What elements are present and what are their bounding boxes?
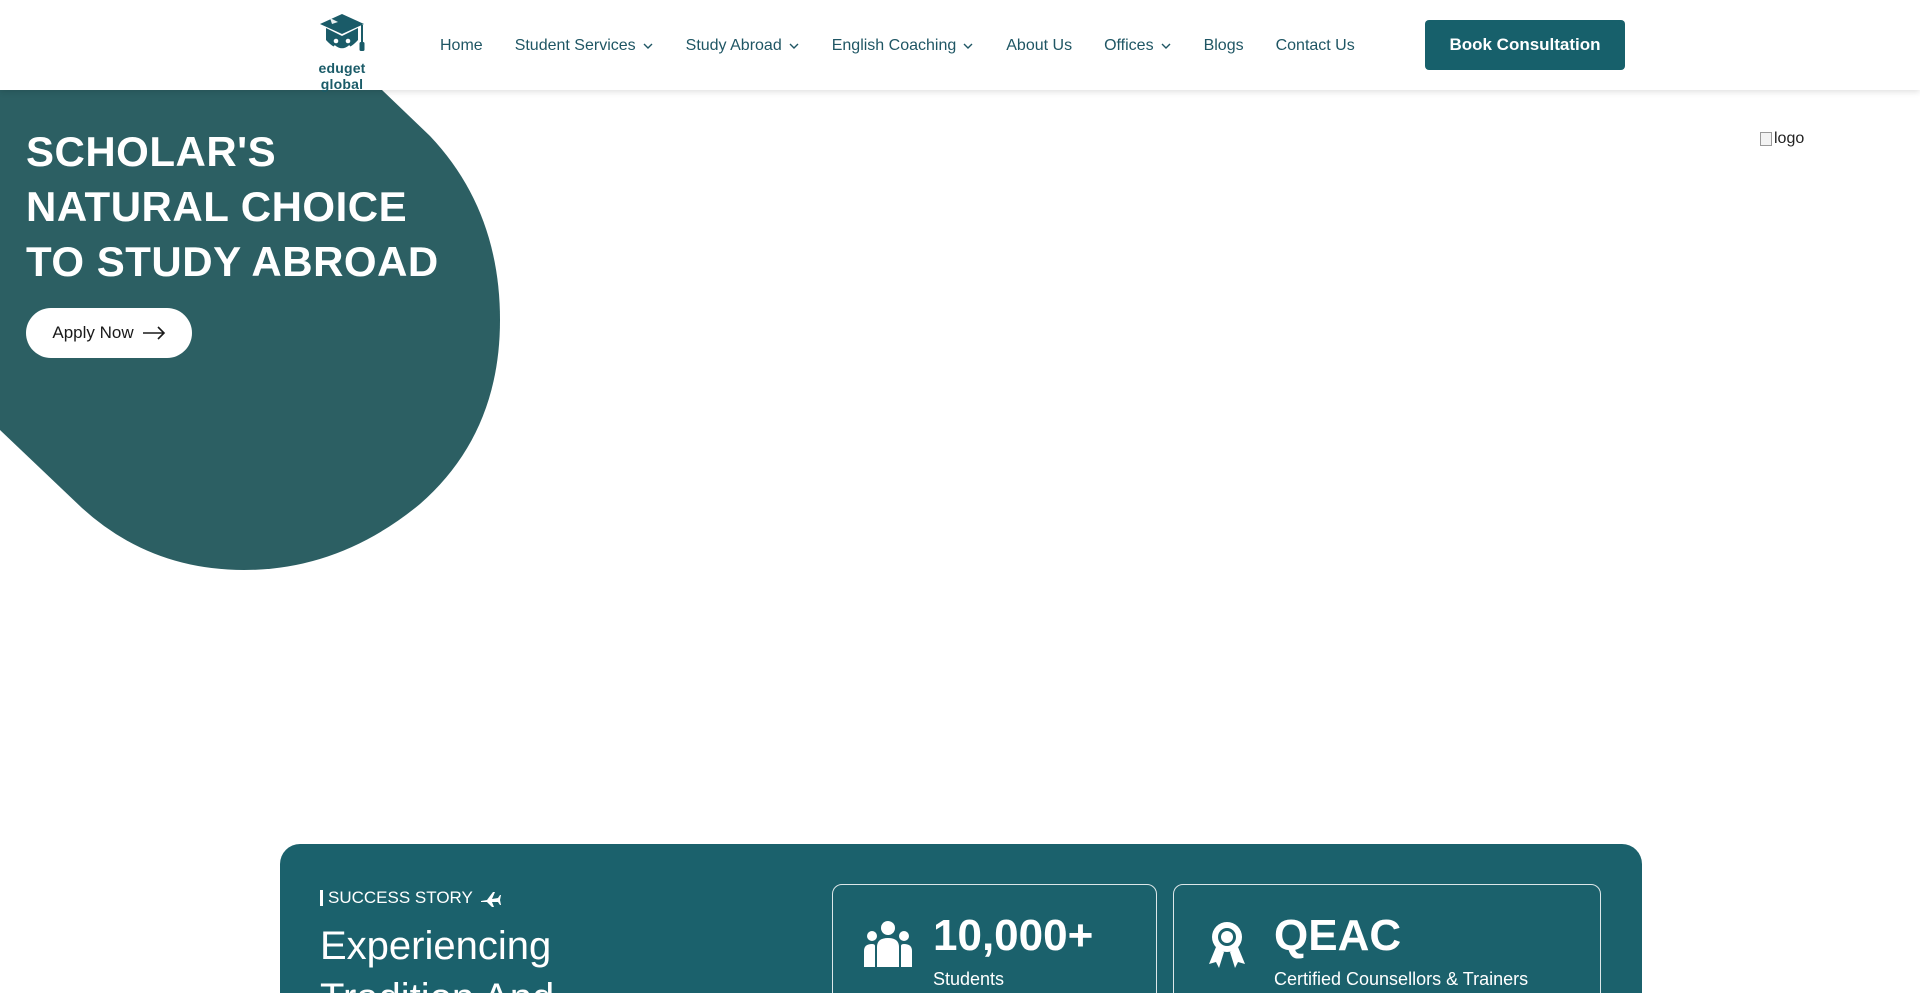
nav-blogs-label: Blogs (1203, 37, 1244, 54)
apply-now-label: Apply Now (52, 323, 134, 342)
main-nav: Home Student Services Study Abroad Engli… (440, 34, 1387, 58)
chevron-down-icon (1161, 43, 1171, 49)
award-icon (1209, 922, 1245, 968)
hero-title: SCHOLAR'S NATURAL CHOICE TO STUDY ABROAD (26, 124, 466, 289)
nav-home[interactable]: Home (440, 37, 483, 55)
site-header: eduget global Home Student Services Stud… (0, 0, 1920, 92)
stat-card-students: 10,000+ Students (832, 884, 1157, 993)
graduation-cap-logo-icon (320, 14, 365, 51)
nav-about-us[interactable]: About Us (1006, 37, 1072, 55)
chevron-down-icon (789, 43, 799, 49)
nav-about-us-label: About Us (1006, 37, 1073, 54)
airplane-icon (480, 892, 501, 907)
success-story-label: SUCCESS STORY (320, 888, 501, 908)
chevron-down-icon (963, 43, 973, 49)
heading-line: Experiencing (320, 924, 552, 968)
students-icon (864, 921, 912, 967)
hero-title-line: TO STUDY ABROAD (26, 238, 439, 285)
stat-caption: Students (933, 969, 1005, 989)
arrow-right-icon (142, 326, 165, 340)
book-consultation-button[interactable]: Book Consultation (1425, 20, 1625, 70)
label-bar (320, 890, 323, 906)
brand-logo[interactable]: eduget global (296, 12, 388, 92)
broken-image-alt: logo (1774, 130, 1805, 147)
nav-student-services-label: Student Services (514, 37, 636, 54)
chevron-down-icon (643, 43, 653, 49)
stat-caption: Certified Counsellors & Trainers (1274, 969, 1529, 989)
success-story-heading: Experiencing Tradition And (320, 920, 740, 993)
nav-offices-label: Offices (1104, 37, 1154, 54)
nav-blogs[interactable]: Blogs (1204, 37, 1244, 55)
apply-now-button[interactable]: Apply Now (26, 308, 192, 358)
success-story-section: SUCCESS STORY Experiencing Tradition And… (280, 844, 1642, 993)
stat-card-certification: QEAC Certified Counsellors & Trainers (1173, 884, 1601, 993)
broken-logo-image: logo (1760, 130, 1804, 148)
hero-title-line: SCHOLAR'S (26, 128, 277, 175)
nav-home-label: Home (440, 37, 483, 54)
nav-study-abroad[interactable]: Study Abroad (686, 37, 800, 55)
nav-english-coaching-label: English Coaching (831, 37, 957, 54)
broken-image-icon (1760, 132, 1772, 146)
nav-contact-us[interactable]: Contact Us (1276, 37, 1355, 55)
nav-study-abroad-label: Study Abroad (685, 37, 782, 54)
heading-line: Tradition And (320, 972, 740, 993)
stat-value: QEAC (1274, 911, 1402, 960)
stat-value: 10,000+ (933, 911, 1094, 960)
nav-contact-us-label: Contact Us (1275, 37, 1355, 54)
nav-student-services[interactable]: Student Services (515, 37, 654, 55)
nav-offices[interactable]: Offices (1104, 37, 1172, 55)
success-story-label-text: SUCCESS STORY (328, 888, 473, 907)
logo-text: eduget global (318, 60, 366, 92)
nav-english-coaching[interactable]: English Coaching (832, 37, 975, 55)
hero-title-line: NATURAL CHOICE (26, 183, 408, 230)
